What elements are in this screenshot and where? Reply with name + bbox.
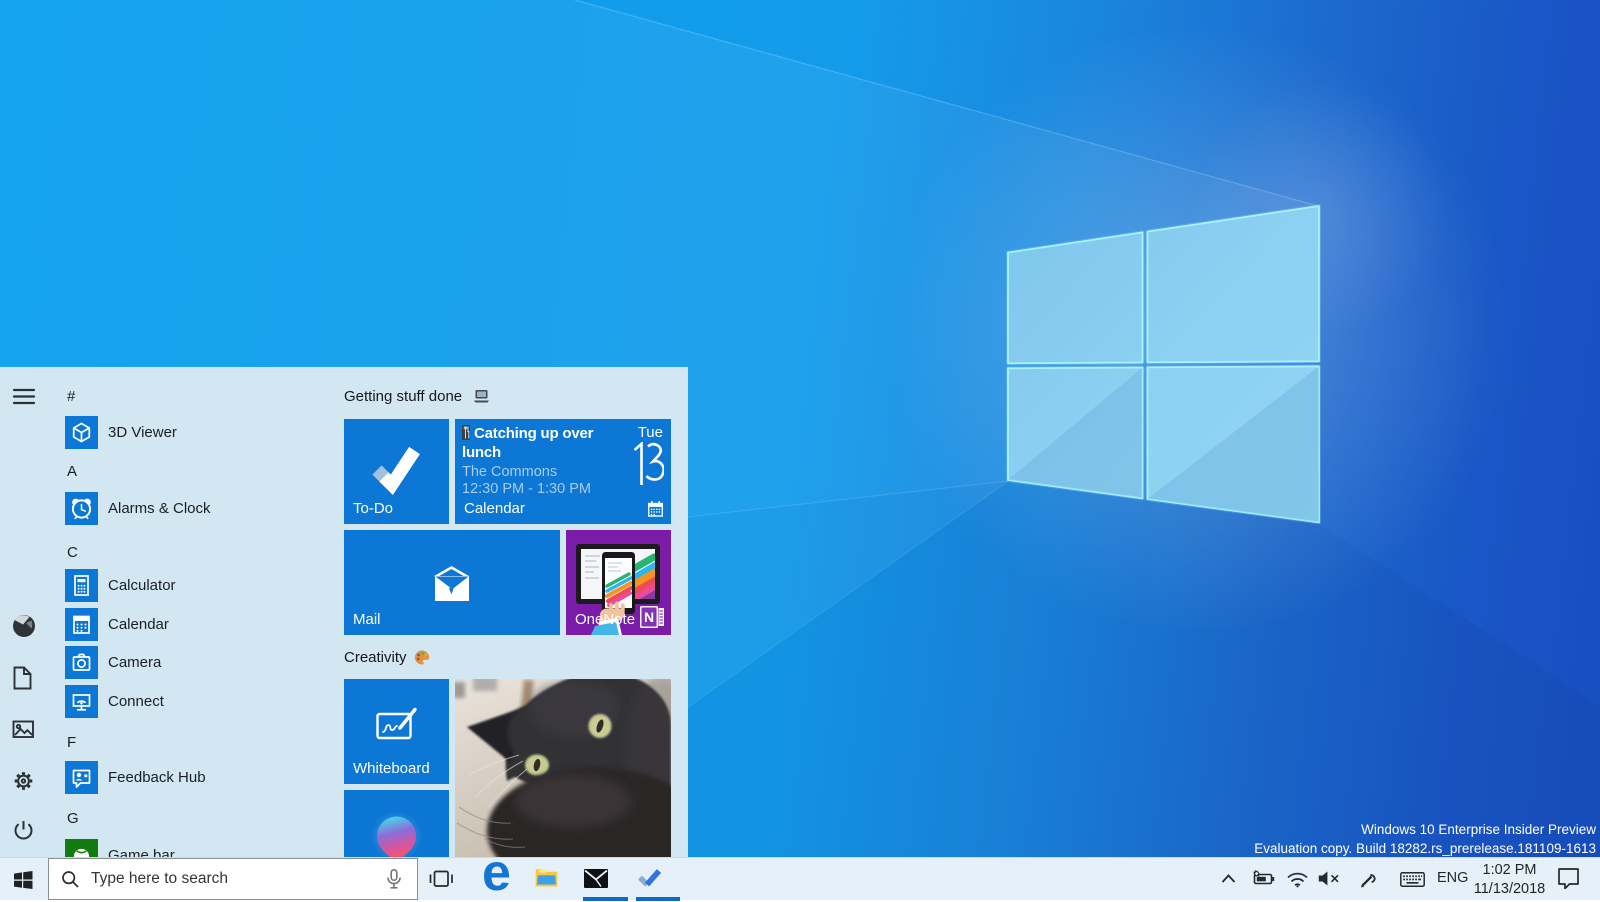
svg-text:N: N [644,609,654,625]
